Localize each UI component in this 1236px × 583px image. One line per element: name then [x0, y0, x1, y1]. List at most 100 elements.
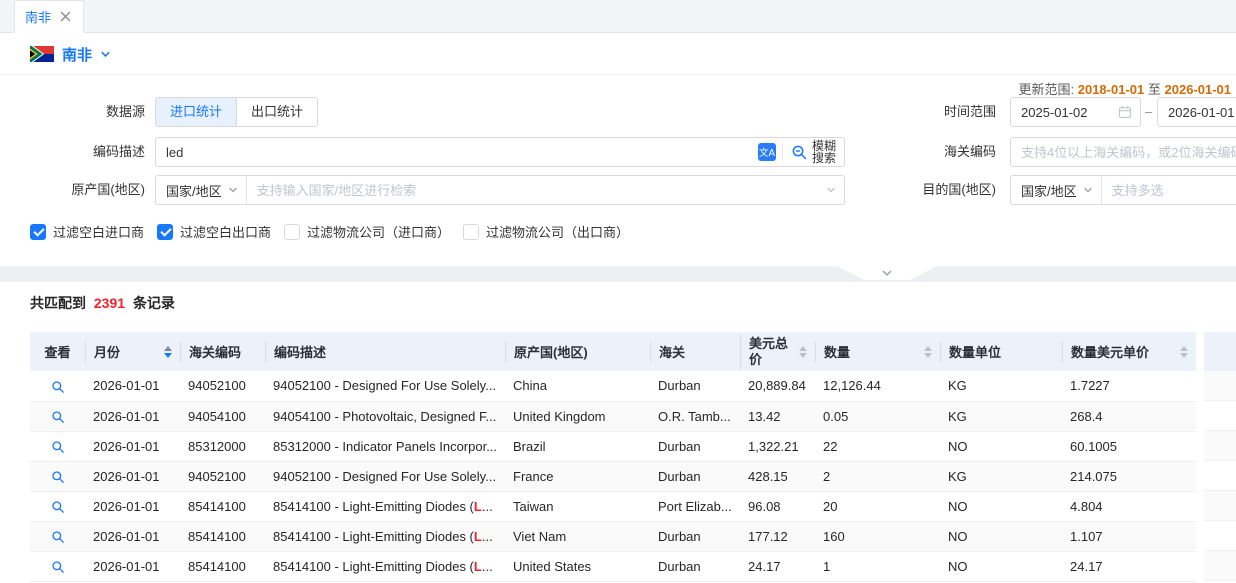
column-header-customs: 海关: [650, 332, 740, 371]
date-end-field[interactable]: [1157, 97, 1236, 127]
magnifier-icon: [791, 144, 808, 161]
column-header-unit-price[interactable]: 数量美元单价: [1062, 332, 1196, 371]
checkbox-filter-logistics-exporter[interactable]: 过滤物流公司（出口商）: [463, 222, 629, 241]
cell-unit: NO: [940, 551, 1062, 581]
chevron-down-icon[interactable]: [100, 49, 111, 60]
cell-origin: France: [505, 461, 650, 491]
cell-month: 2026-01-01: [85, 431, 180, 461]
cell-month: 2026-01-01: [85, 461, 180, 491]
column-header-description: 编码描述: [265, 332, 505, 371]
caret-down-icon: [924, 353, 932, 358]
cell-unit: KG: [940, 401, 1062, 431]
update-range-start: 2018-01-01: [1078, 82, 1145, 97]
cell-customs: Durban: [650, 521, 740, 551]
cell-origin: China: [505, 371, 650, 401]
sort-control[interactable]: [918, 346, 932, 358]
cell-quantity: 2: [815, 461, 940, 491]
cell-unit: NO: [940, 521, 1062, 551]
cell-customs: Port Elizab...: [650, 491, 740, 521]
column-header-total-usd[interactable]: 美元总价: [740, 332, 815, 371]
cell-hs-code: 85414100: [180, 551, 265, 581]
magnifier-icon: [51, 380, 65, 394]
calendar-icon[interactable]: [1118, 105, 1132, 119]
tab-south-africa[interactable]: 南非: [14, 0, 84, 33]
table-row: 2026-01-019405410094054100 - Photovoltai…: [30, 401, 1196, 431]
overflow-row: [1204, 521, 1236, 551]
view-row-button[interactable]: [51, 530, 65, 544]
translate-icon[interactable]: 文A: [758, 143, 776, 161]
dest-country-type-select[interactable]: 国家/地区: [1011, 176, 1102, 204]
divider: [782, 143, 783, 161]
cell-hs-code: 85312000: [180, 431, 265, 461]
dest-country-search-input[interactable]: [1102, 177, 1236, 203]
tab-bar: 南非: [0, 0, 1236, 33]
column-header-unit: 数量单位: [940, 332, 1062, 371]
column-header-hs-code: 海关编码: [180, 332, 265, 371]
cell-origin: Brazil: [505, 431, 650, 461]
view-row-button[interactable]: [51, 380, 65, 394]
origin-country-search-input[interactable]: [247, 177, 826, 203]
column-header-month[interactable]: 月份: [85, 332, 180, 371]
cell-total-usd: 20,889.84: [740, 371, 815, 401]
cell-month: 2026-01-01: [85, 491, 180, 521]
tab-export-stats[interactable]: 出口统计: [236, 98, 317, 126]
view-row-button[interactable]: [51, 470, 65, 484]
country-name[interactable]: 南非: [62, 44, 92, 65]
checkbox-filter-blank-exporter[interactable]: 过滤空白出口商: [157, 222, 271, 241]
column-header-quantity[interactable]: 数量: [815, 332, 940, 371]
code-desc-input[interactable]: [156, 139, 758, 165]
table-row: 2026-01-018541410085414100 - Light-Emitt…: [30, 551, 1196, 581]
cell-unit-price: 1.7227: [1062, 371, 1196, 401]
fuzzy-search-button[interactable]: 模糊 搜索: [791, 140, 844, 164]
date-start-input[interactable]: [1011, 99, 1118, 125]
table-body: 2026-01-019405210094052100 - Designed Fo…: [30, 371, 1196, 581]
overflow-row: [1204, 371, 1236, 401]
cell-unit: KG: [940, 461, 1062, 491]
sort-control[interactable]: [158, 346, 172, 358]
date-range-separator: –: [1145, 97, 1152, 127]
origin-country-label: 原产国(地区): [0, 175, 145, 205]
checkbox-filter-blank-importer[interactable]: 过滤空白进口商: [30, 222, 144, 241]
caret-down-icon: [799, 353, 807, 358]
magnifier-icon: [51, 440, 65, 454]
cell-month: 2026-01-01: [85, 551, 180, 581]
chevron-down-icon[interactable]: [826, 185, 844, 195]
cell-quantity: 20: [815, 491, 940, 521]
tab-import-stats[interactable]: 进口统计: [156, 98, 236, 126]
sort-control[interactable]: [1174, 346, 1188, 358]
cell-total-usd: 428.15: [740, 461, 815, 491]
cell-description: 85414100 - Light-Emitting Diodes (L...: [265, 551, 505, 581]
view-row-button[interactable]: [51, 500, 65, 514]
chevron-down-icon: [881, 269, 893, 278]
overflow-row: [1204, 491, 1236, 521]
code-desc-label: 编码描述: [0, 137, 145, 167]
country-header: 南非: [0, 34, 1236, 75]
view-row-button[interactable]: [51, 440, 65, 454]
cell-total-usd: 24.17: [740, 551, 815, 581]
cell-customs: Durban: [650, 461, 740, 491]
origin-country-type-select[interactable]: 国家/地区: [156, 176, 247, 204]
hs-code-input[interactable]: [1011, 139, 1236, 165]
cell-total-usd: 1,322.21: [740, 431, 815, 461]
sort-control[interactable]: [793, 346, 807, 358]
collapse-filter-button[interactable]: [837, 266, 937, 280]
code-desc-field: 文A 模糊 搜索: [155, 137, 845, 167]
date-start-field[interactable]: [1010, 97, 1141, 127]
checkbox-filter-logistics-importer[interactable]: 过滤物流公司（进口商）: [284, 222, 450, 241]
view-row-button[interactable]: [51, 560, 65, 574]
panel-gap: [0, 266, 1236, 282]
chevron-down-icon: [228, 185, 238, 195]
cell-month: 2026-01-01: [85, 401, 180, 431]
close-icon[interactable]: [60, 11, 71, 22]
magnifier-icon: [51, 470, 65, 484]
magnifier-icon: [51, 410, 65, 424]
cell-origin: United States: [505, 551, 650, 581]
date-end-input[interactable]: [1158, 99, 1236, 125]
cell-hs-code: 85414100: [180, 521, 265, 551]
view-row-button[interactable]: [51, 410, 65, 424]
table-header-row: 查看 月份 海关编码 编码描述 原产国(地区) 海关 美元总价: [30, 332, 1196, 371]
table-row: 2026-01-018531200085312000 - Indicator P…: [30, 431, 1196, 461]
caret-down-icon: [164, 353, 172, 358]
cell-description: 85312000 - Indicator Panels Incorpor...: [265, 431, 505, 461]
table-row: 2026-01-019405210094052100 - Designed Fo…: [30, 461, 1196, 491]
